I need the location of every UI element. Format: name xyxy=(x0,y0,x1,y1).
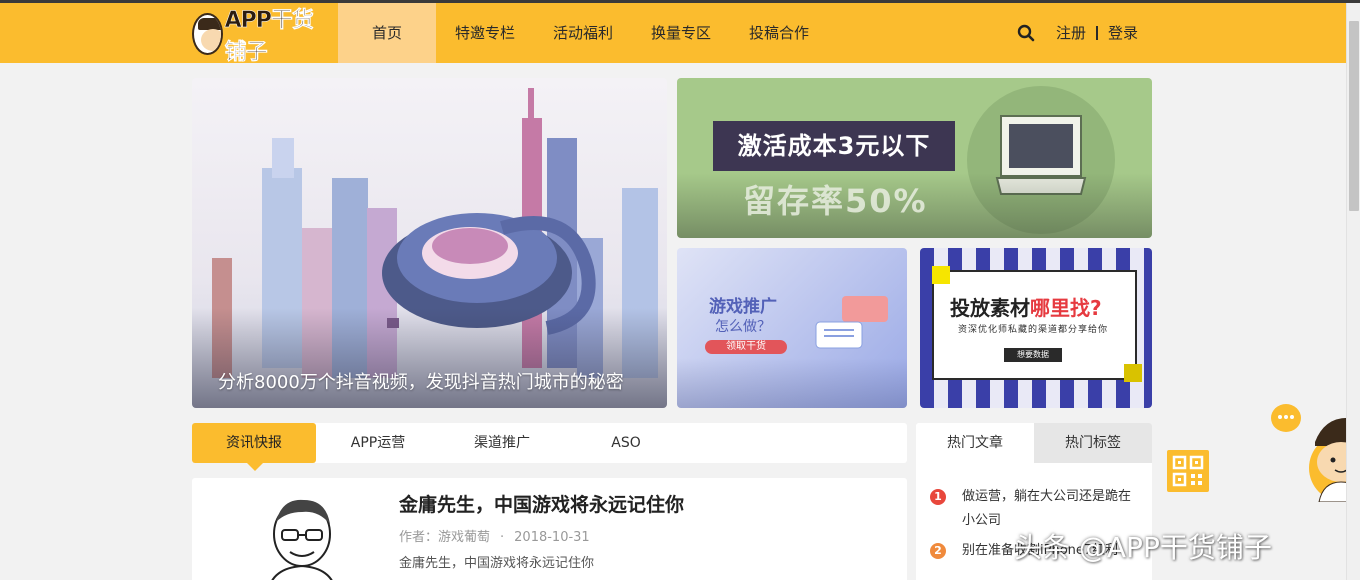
content-tabs: 资讯快报 APP运营 渠道推广 ASO xyxy=(192,423,907,471)
article-title[interactable]: 金庸先生，中国游戏将永远记住你 xyxy=(399,490,684,517)
register-link[interactable]: 注册 xyxy=(1056,3,1086,63)
qr-code-icon xyxy=(1172,455,1204,487)
decor-square xyxy=(932,266,950,284)
promo-button: 想要数据 xyxy=(1004,348,1062,362)
main-banner[interactable]: 分析8000万个抖音视频，发现抖音热门城市的秘密 xyxy=(192,78,667,408)
auth-links: 注册 登录 xyxy=(1056,3,1138,63)
nav-item-submit[interactable]: 投稿合作 xyxy=(730,3,828,63)
promo-button: 领取干货 xyxy=(705,340,787,354)
banner-shade xyxy=(677,358,907,408)
list-item-title: 做运营，躺在大公司还是跪在小公司 xyxy=(962,489,1132,528)
qr-code-button[interactable] xyxy=(1167,450,1209,492)
nav-item-columns[interactable]: 特邀专栏 xyxy=(436,3,534,63)
search-icon[interactable] xyxy=(1017,24,1035,42)
login-link[interactable]: 登录 xyxy=(1108,3,1138,63)
chat-bubble-icon xyxy=(815,296,888,349)
rank-badge: 2 xyxy=(930,543,946,559)
rank-badge: 1 xyxy=(930,489,946,505)
tab-aso[interactable]: ASO xyxy=(564,423,688,463)
article-card[interactable]: 金庸先生，中国游戏将永远记住你 作者：游戏葡萄 · 2018-10-31 金庸先生，… xyxy=(192,478,907,580)
decor-square xyxy=(1124,364,1142,382)
site-header: APP干货铺子 首页 特邀专栏 活动福利 换量专区 投稿合作 注册 登录 xyxy=(0,3,1360,65)
mascot-logo-icon xyxy=(192,13,223,55)
promo-subtitle: 留存率50% xyxy=(743,182,928,220)
tab-hot-tags[interactable]: 热门标签 xyxy=(1034,423,1152,463)
logo-text: APP干货铺子 xyxy=(224,8,314,66)
promo-banner-activation[interactable]: 激活成本3元以下 留存率50% xyxy=(677,78,1152,238)
promo-card: 投放素材哪里找? 资深优化师私藏的渠道都分享给你 想要数据 xyxy=(932,270,1137,380)
promo-banner-game[interactable]: 游戏推广 怎么做？ 领取干货 xyxy=(677,248,907,408)
promo-banner-materials[interactable]: 投放素材哪里找? 资深优化师私藏的渠道都分享给你 想要数据 xyxy=(920,248,1152,408)
promo-subtitle: 怎么做？ xyxy=(715,319,771,335)
tab-news[interactable]: 资讯快报 xyxy=(192,423,316,463)
article-date: 2018-10-31 xyxy=(514,530,590,545)
tab-channel[interactable]: 渠道推广 xyxy=(440,423,564,463)
nav-item-home[interactable]: 首页 xyxy=(338,3,436,63)
article-summary: 金庸先生，中国游戏将永远记住你 xyxy=(399,556,595,571)
article-thumbnail[interactable] xyxy=(252,492,352,580)
main-nav: 首页 特邀专栏 活动福利 换量专区 投稿合作 xyxy=(338,3,828,63)
watermark-text: 头条 @APP干货铺子 xyxy=(1014,531,1272,564)
promo-title: 激活成本3元以下 xyxy=(713,121,955,171)
promo-title: 投放素材哪里找? xyxy=(950,296,1102,320)
scrollbar-thumb[interactable] xyxy=(1349,21,1359,211)
promo-title: 游戏推广 xyxy=(709,297,777,317)
sidebar-tabs: 热门文章 热门标签 xyxy=(916,423,1152,463)
tab-app-ops[interactable]: APP运营 xyxy=(316,423,440,463)
site-logo[interactable]: APP干货铺子 xyxy=(192,8,316,65)
auth-divider xyxy=(1096,26,1099,40)
article-meta: 作者：游戏葡萄 · 2018-10-31 xyxy=(399,530,590,545)
active-tab-pointer xyxy=(247,463,263,471)
main-banner-caption: 分析8000万个抖音视频，发现抖音热门城市的秘密 xyxy=(218,372,624,393)
nav-item-exchange[interactable]: 换量专区 xyxy=(632,3,730,63)
article-author: 作者：游戏葡萄 xyxy=(399,530,491,545)
page-scrollbar[interactable] xyxy=(1346,3,1360,580)
nav-item-events[interactable]: 活动福利 xyxy=(534,3,632,63)
promo-subtitle: 资深优化师私藏的渠道都分享给你 xyxy=(958,325,1109,335)
tab-hot-articles[interactable]: 热门文章 xyxy=(916,423,1034,463)
